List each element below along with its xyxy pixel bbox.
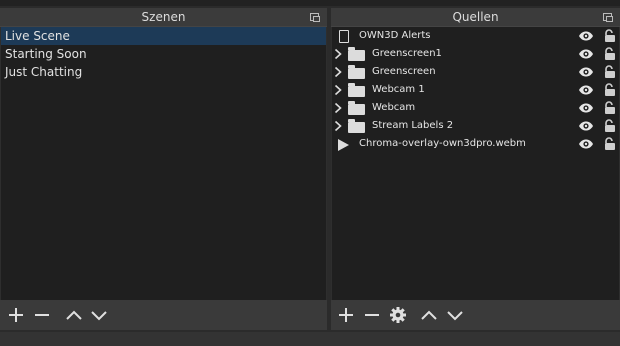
eye-icon[interactable] bbox=[578, 31, 594, 44]
source-label: Stream Labels 2 bbox=[372, 120, 454, 131]
source-item[interactable]: Stream Labels 2 bbox=[332, 117, 619, 135]
lock-icon[interactable] bbox=[603, 29, 617, 46]
source-list[interactable]: OWN3D Alerts Greenscreen1 Greenscreen Webca… bbox=[332, 27, 619, 300]
gear-icon bbox=[390, 307, 406, 323]
minus-icon bbox=[365, 314, 379, 316]
source-label: Greenscreen bbox=[372, 66, 436, 77]
source-label: OWN3D Alerts bbox=[359, 30, 431, 41]
lock-icon[interactable] bbox=[603, 101, 617, 118]
folder-icon bbox=[348, 83, 365, 97]
source-item[interactable]: Webcam 1 bbox=[332, 81, 619, 99]
chevron-right-icon[interactable] bbox=[334, 120, 342, 132]
move-scene-down-button[interactable] bbox=[88, 304, 110, 326]
folder-icon bbox=[348, 65, 365, 79]
add-source-button[interactable] bbox=[335, 304, 357, 326]
scene-item[interactable]: Live Scene bbox=[1, 27, 326, 45]
chevron-down-icon bbox=[91, 311, 107, 321]
folder-icon bbox=[348, 101, 365, 115]
folder-icon bbox=[348, 47, 365, 61]
source-item[interactable]: Chroma-overlay-own3dpro.webm bbox=[332, 135, 619, 153]
lock-icon[interactable] bbox=[603, 65, 617, 82]
eye-icon[interactable] bbox=[578, 121, 594, 134]
source-item[interactable]: Greenscreen1 bbox=[332, 45, 619, 63]
sources-dock-header: Quellen bbox=[331, 8, 620, 27]
source-label: Webcam bbox=[372, 102, 416, 113]
chevron-up-icon bbox=[66, 310, 82, 320]
chevron-right-icon[interactable] bbox=[334, 84, 342, 96]
sources-dock: Quellen OWN3D Alerts Greenscreen1 Greenscr… bbox=[331, 8, 620, 330]
eye-icon[interactable] bbox=[578, 67, 594, 80]
plus-icon bbox=[339, 308, 353, 322]
eye-icon[interactable] bbox=[578, 85, 594, 98]
play-icon bbox=[336, 137, 349, 151]
sources-dock-title: Quellen bbox=[452, 10, 499, 24]
plus-icon bbox=[9, 308, 23, 322]
chevron-right-icon[interactable] bbox=[334, 102, 342, 114]
source-label: Chroma-overlay-own3dpro.webm bbox=[359, 138, 526, 149]
file-icon bbox=[336, 29, 349, 43]
float-dock-icon[interactable] bbox=[310, 13, 320, 22]
minus-icon bbox=[35, 314, 49, 316]
lock-icon[interactable] bbox=[603, 137, 617, 154]
add-scene-button[interactable] bbox=[5, 304, 27, 326]
move-scene-up-button[interactable] bbox=[63, 304, 85, 326]
scene-item[interactable]: Starting Soon bbox=[1, 45, 326, 63]
scenes-dock-title: Szenen bbox=[141, 10, 186, 24]
source-item[interactable]: OWN3D Alerts bbox=[332, 27, 619, 45]
scenes-dock: Szenen Live Scene Starting Soon Just Chatt… bbox=[0, 8, 327, 330]
move-source-up-button[interactable] bbox=[418, 304, 440, 326]
scene-list[interactable]: Live Scene Starting Soon Just Chatting bbox=[1, 27, 326, 300]
remove-source-button[interactable] bbox=[361, 304, 383, 326]
scenes-toolbar bbox=[0, 300, 327, 330]
source-item[interactable]: Webcam bbox=[332, 99, 619, 117]
lock-icon[interactable] bbox=[603, 83, 617, 100]
chevron-down-icon bbox=[447, 311, 463, 321]
scenes-dock-header: Szenen bbox=[0, 8, 327, 27]
source-item[interactable]: Greenscreen bbox=[332, 63, 619, 81]
source-properties-button[interactable] bbox=[387, 304, 409, 326]
folder-icon bbox=[348, 119, 365, 133]
lock-icon[interactable] bbox=[603, 119, 617, 136]
eye-icon[interactable] bbox=[578, 139, 594, 152]
float-dock-icon[interactable] bbox=[603, 13, 613, 22]
move-source-down-button[interactable] bbox=[444, 304, 466, 326]
remove-scene-button[interactable] bbox=[31, 304, 53, 326]
source-label: Greenscreen1 bbox=[372, 48, 442, 59]
chevron-up-icon bbox=[421, 310, 437, 320]
status-bar bbox=[0, 332, 620, 346]
eye-icon[interactable] bbox=[578, 49, 594, 62]
lock-icon[interactable] bbox=[603, 47, 617, 64]
sources-toolbar bbox=[331, 300, 620, 330]
scene-item[interactable]: Just Chatting bbox=[1, 63, 326, 81]
top-bar bbox=[0, 0, 620, 6]
chevron-right-icon[interactable] bbox=[334, 48, 342, 60]
eye-icon[interactable] bbox=[578, 103, 594, 116]
source-label: Webcam 1 bbox=[372, 84, 425, 95]
chevron-right-icon[interactable] bbox=[334, 66, 342, 78]
